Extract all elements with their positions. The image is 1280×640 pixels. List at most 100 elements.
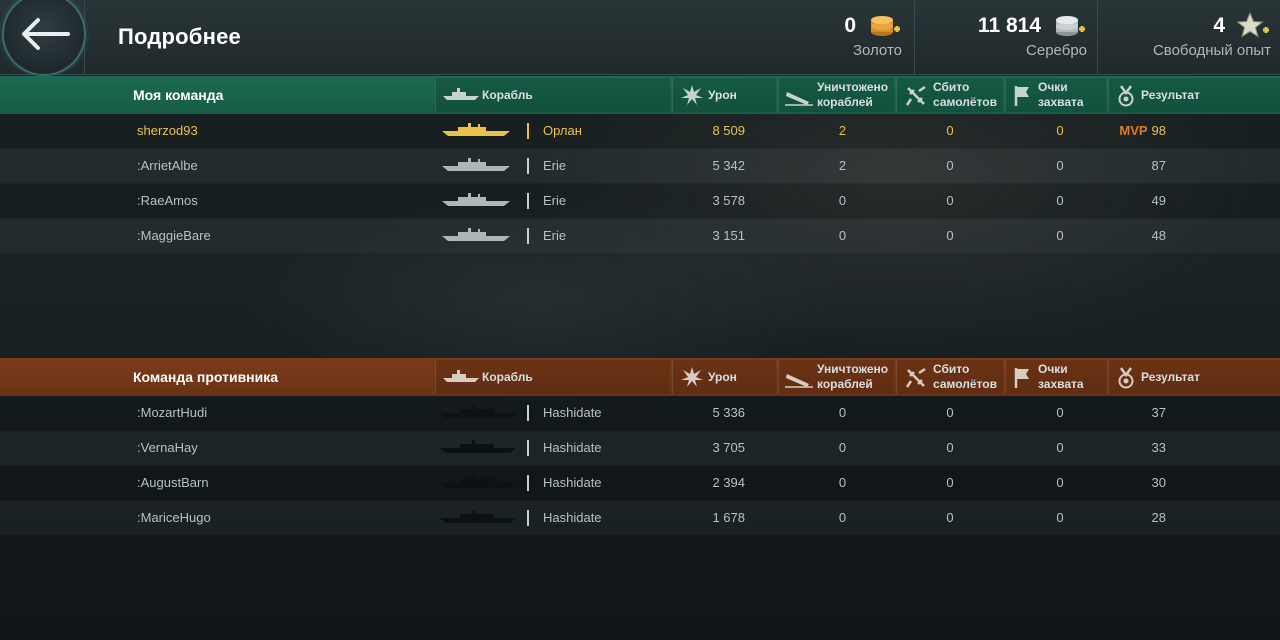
- result-value: 49: [1151, 193, 1166, 208]
- ship-silhouette-icon: [440, 440, 516, 453]
- ship-class-marker: [527, 158, 529, 174]
- column-ship[interactable]: Корабль: [435, 78, 670, 112]
- column-planes[interactable]: Сбито самолётов: [896, 360, 1003, 394]
- capture-value: 0: [1056, 405, 1064, 420]
- column-capture-label: Очки захвата: [1038, 362, 1084, 392]
- column-kills-label-line2: кораблей: [817, 95, 873, 109]
- damage-value: 3 578: [712, 193, 745, 208]
- free-xp-balance[interactable]: 4 Свободный опыт: [1097, 0, 1280, 74]
- column-capture[interactable]: Очки захвата: [1005, 78, 1106, 112]
- column-planes-label-line1: Сбито: [933, 362, 970, 376]
- column-result[interactable]: Результат: [1108, 78, 1280, 112]
- ship-silhouette-icon: [440, 405, 516, 418]
- ship-name: Hashidate: [543, 475, 602, 490]
- planes-value: 0: [946, 193, 954, 208]
- player-name: :ArrietAlbe: [137, 158, 198, 173]
- enemy-team-row-3[interactable]: :AugustBarn Hashidate 2 394 0 0 0 30: [0, 466, 1280, 500]
- column-ship[interactable]: Корабль: [435, 360, 670, 394]
- column-damage-label: Урон: [708, 370, 737, 384]
- gold-label: Золото: [852, 42, 902, 59]
- player-name: sherzod93: [137, 123, 198, 138]
- damage-value: 1 678: [712, 510, 745, 525]
- planes-value: 0: [946, 228, 954, 243]
- enemy-team-header: Команда противника Корабль Урон Уничтоже…: [0, 358, 1280, 396]
- result-value: 37: [1151, 405, 1166, 420]
- sinking-ship-icon: [785, 92, 813, 106]
- column-capture-label-line2: захвата: [1038, 377, 1084, 391]
- damage-value: 5 336: [712, 405, 745, 420]
- player-name: :MariceHugo: [137, 510, 211, 525]
- column-kills-label: Уничтожено кораблей: [817, 80, 888, 110]
- capture-flag-icon: [1014, 368, 1029, 388]
- kills-value: 2: [838, 158, 847, 173]
- silver-label: Серебро: [1026, 42, 1087, 59]
- enemy-team-title: Команда противника: [133, 369, 279, 385]
- capture-value: 0: [1056, 440, 1064, 455]
- gold-balance[interactable]: 0 Золото: [740, 0, 912, 74]
- my-team-row-2[interactable]: :ArrietAlbe Erie 5 342 2 0 0 87: [0, 149, 1280, 183]
- kills-value: 0: [838, 405, 847, 420]
- mvp-badge: MVP: [1119, 123, 1148, 138]
- ship-class-marker: [527, 123, 529, 139]
- column-planes[interactable]: Сбито самолётов: [896, 78, 1003, 112]
- column-capture-label-line1: Очки: [1038, 362, 1068, 376]
- ship-silhouette-icon: [442, 158, 510, 171]
- medal-icon: [1118, 367, 1134, 389]
- player-name: :AugustBarn: [137, 475, 209, 490]
- column-kills[interactable]: Уничтожено кораблей: [778, 360, 894, 394]
- capture-value: 0: [1056, 193, 1064, 208]
- ship-name: Erie: [543, 193, 567, 208]
- ship-name: Орлан: [543, 123, 582, 138]
- column-planes-label-line2: самолётов: [933, 377, 997, 391]
- column-planes-label-line1: Сбито: [933, 80, 970, 94]
- column-damage[interactable]: Урон: [672, 78, 776, 112]
- plane-shot-down-icon: [905, 367, 926, 388]
- column-damage[interactable]: Урон: [672, 360, 776, 394]
- ship-class-marker: [527, 510, 529, 526]
- capture-value: 0: [1056, 158, 1064, 173]
- my-team-header: Моя команда Корабль Урон Уничтожено кора…: [0, 76, 1280, 114]
- column-damage-label: Урон: [708, 88, 737, 102]
- ship-name: Erie: [543, 158, 567, 173]
- ship-name: Hashidate: [543, 405, 602, 420]
- medal-icon: [1118, 85, 1134, 107]
- gold-value: 0: [844, 14, 856, 37]
- kills-value: 0: [838, 193, 847, 208]
- capture-value: 0: [1056, 228, 1064, 243]
- top-bar: Подробнее 0 Золото 11 814 Серебро 4 Своб…: [0, 0, 1280, 76]
- ship-class-marker: [527, 440, 529, 456]
- explosion-icon: [681, 85, 703, 105]
- planes-value: 0: [946, 158, 954, 173]
- player-name: :MaggieBare: [137, 228, 211, 243]
- my-team-row-4[interactable]: :MaggieBare Erie 3 151 0 0 0 48: [0, 219, 1280, 253]
- column-capture[interactable]: Очки захвата: [1005, 360, 1106, 394]
- result-value: 30: [1151, 475, 1166, 490]
- ship-name: Erie: [543, 228, 567, 243]
- column-ship-label: Корабль: [482, 370, 533, 384]
- player-name: :VernaHay: [137, 440, 198, 455]
- enemy-team-row-2[interactable]: :VernaHay Hashidate 3 705 0 0 0 33: [0, 431, 1280, 465]
- page-title: Подробнее: [118, 24, 241, 49]
- my-team-row-3[interactable]: :RaeAmos Erie 3 578 0 0 0 49: [0, 184, 1280, 218]
- my-team-row-1[interactable]: sherzod93 Орлан 8 509 2 0 0 MVP 98: [0, 114, 1280, 148]
- plane-shot-down-icon: [905, 85, 926, 106]
- back-button[interactable]: [0, 0, 86, 76]
- silver-balance[interactable]: 11 814 Серебро: [914, 0, 1097, 74]
- column-kills-label-line1: Уничтожено: [817, 80, 889, 94]
- damage-value: 2 394: [712, 475, 745, 490]
- arrow-left-icon: [22, 18, 70, 50]
- kills-value: 0: [838, 510, 847, 525]
- ship-class-marker: [527, 228, 529, 244]
- enemy-team-row-4[interactable]: :MariceHugo Hashidate 1 678 0 0 0 28: [0, 501, 1280, 535]
- back-button-circle[interactable]: [2, 0, 86, 76]
- enemy-team-row-1[interactable]: :MozartHudi Hashidate 5 336 0 0 0 37: [0, 396, 1280, 430]
- column-result[interactable]: Результат: [1108, 360, 1280, 394]
- column-planes-label: Сбито самолётов: [933, 80, 997, 110]
- damage-value: 5 342: [712, 158, 745, 173]
- result-value: MVP 98: [1110, 123, 1166, 138]
- result-value: 87: [1151, 158, 1166, 173]
- column-capture-label: Очки захвата: [1038, 80, 1084, 110]
- column-kills-label-line1: Уничтожено: [817, 362, 889, 376]
- result-value: 28: [1151, 510, 1166, 525]
- column-kills[interactable]: Уничтожено кораблей: [778, 78, 894, 112]
